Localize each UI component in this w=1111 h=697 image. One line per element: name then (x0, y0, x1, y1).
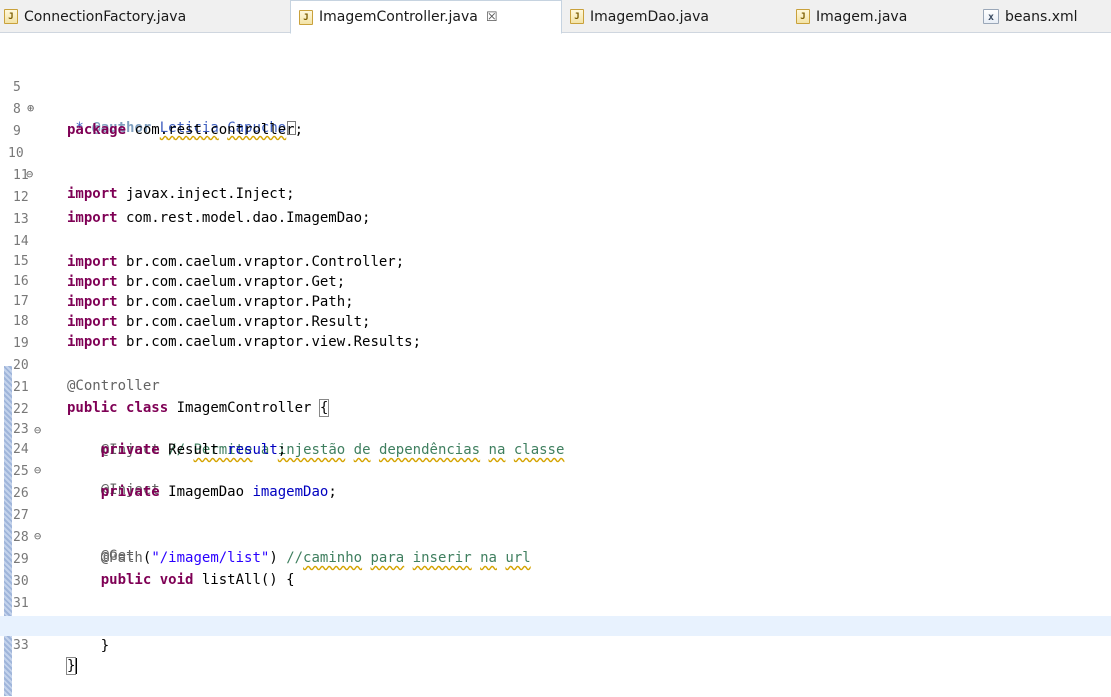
close-tab-icon[interactable]: ☒ (486, 10, 498, 25)
editor-tab-bar: J ConnectionFactory.java J ImagemControl… (0, 0, 1111, 34)
tab-imagem[interactable]: J Imagem.java (796, 0, 907, 33)
code-line: 22 ⊖ @Inject // Permite a injestão de de… (0, 380, 1111, 458)
code-line: 20 @Controller (0, 336, 1111, 394)
code-line: 14 import br.com.caelum.vraptor.Controll… (0, 212, 1111, 270)
tab-beans-xml[interactable]: x beans.xml (983, 0, 1078, 33)
code-editor[interactable]: 5 ⊕ * @author Leticia Capucho 8 package … (0, 34, 1111, 697)
code-line: 10 ⊖ import javax.inject.Inject; (0, 124, 1111, 202)
xml-file-icon: x (983, 9, 999, 24)
code-line: 23 private Result result; (0, 400, 1111, 458)
tab-label: Imagem.java (816, 8, 908, 25)
code-line: 8 package com.rest.controller; (0, 80, 1111, 138)
line-number: 33 (13, 638, 29, 653)
code-text: } (65, 657, 78, 675)
tab-imagemcontroller[interactable]: J ImagemController.java ☒ (290, 0, 562, 34)
code-line: 16 import br.com.caelum.vraptor.Path; (0, 252, 1111, 310)
code-line: 32 } (0, 596, 1111, 654)
code-line: 27 ⊖ @Get (0, 486, 1111, 564)
text-caret (75, 658, 78, 674)
code-line: 17 import br.com.caelum.vraptor.Result; (0, 272, 1111, 330)
code-line: 11 (0, 146, 1111, 183)
code-line: 29 public void listAll() { (0, 530, 1111, 588)
java-file-icon: J (299, 9, 313, 25)
code-text: } (67, 638, 110, 654)
code-line: 12 import com.rest.model.dao.ImagemDao; (0, 168, 1111, 226)
code-line: 26 (0, 464, 1111, 501)
code-line: 13 (0, 190, 1111, 227)
java-file-icon: J (796, 9, 810, 24)
tab-imagemdao[interactable]: J ImagemDao.java (570, 0, 709, 33)
tab-label: ImagemDao.java (590, 8, 709, 25)
code-line: 30 (0, 552, 1111, 589)
current-code-line: 33 } (0, 616, 1111, 675)
code-line: 5 ⊕ * @author Leticia Capucho (0, 58, 1111, 136)
java-file-icon: J (570, 9, 584, 24)
tab-label: beans.xml (1005, 8, 1078, 25)
tab-label: ImagemController.java (319, 9, 478, 25)
code-line: 9 (0, 102, 1111, 139)
code-line: 24 ⊖ @Inject (0, 420, 1111, 498)
tab-label: ConnectionFactory.java (24, 8, 187, 25)
code-line: 18 import br.com.caelum.vraptor.view.Res… (0, 292, 1111, 350)
code-line: 28 @Path("/imagem/list") //caminho para … (0, 508, 1111, 566)
code-line: 19 (0, 314, 1111, 351)
java-file-icon: J (4, 9, 18, 24)
code-line: 25 private ImagemDao imagemDao; (0, 442, 1111, 500)
code-line: 31 result.use(Results.json()).withoutRoo… (0, 574, 1111, 632)
code-line: 21 public class ImagemController { (0, 358, 1111, 417)
code-line: 15 import br.com.caelum.vraptor.Get; (0, 232, 1111, 290)
tab-connectionfactory[interactable]: J ConnectionFactory.java (4, 0, 186, 33)
